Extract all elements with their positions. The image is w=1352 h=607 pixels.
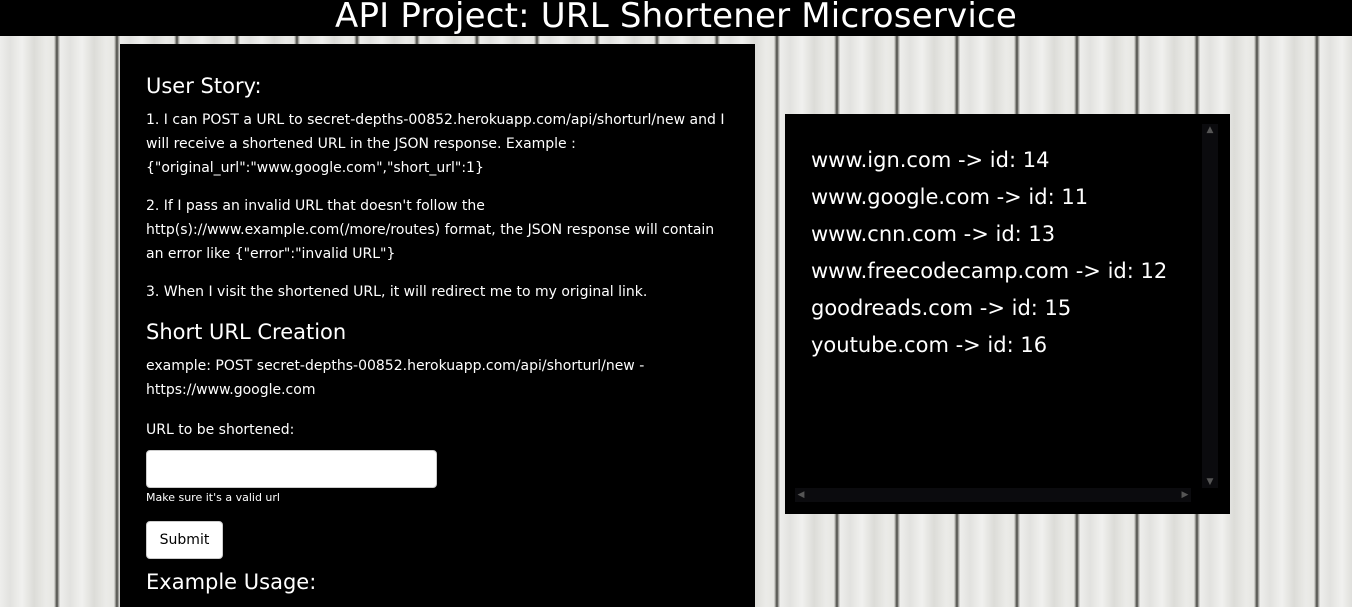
user-story-item-1: 1. I can POST a URL to secret-depths-008… <box>146 112 725 176</box>
url-list: www.ign.com -> id: 14 www.google.com -> … <box>785 114 1205 486</box>
creation-example-text: example: POST secret-depths-00852.heroku… <box>146 358 645 398</box>
short-url-creation-title: Short URL Creation <box>146 320 347 344</box>
user-story-item-2: 2. If I pass an invalid URL that doesn't… <box>146 198 715 262</box>
shorten-form: URL to be shortened: Make sure it's a va… <box>146 418 729 559</box>
horizontal-scrollbar[interactable]: ◀ ▶ <box>795 488 1191 502</box>
url-hint-text: Make sure it's a valid url <box>146 491 280 504</box>
scroll-up-icon[interactable]: ▲ <box>1202 124 1218 136</box>
url-list-item: www.cnn.com -> id: 13 <box>811 222 1056 246</box>
page-title: API Project: URL Shortener Microservice <box>335 0 1017 36</box>
url-list-item: www.google.com -> id: 11 <box>811 185 1089 209</box>
example-usage-title: Example Usage: <box>146 570 317 594</box>
info-panel: User Story: 1. I can POST a URL to secre… <box>120 44 755 607</box>
url-list-item: youtube.com -> id: 16 <box>811 333 1048 357</box>
url-input-label: URL to be shortened: <box>146 422 295 438</box>
url-list-item: www.freecodecamp.com -> id: 12 <box>811 259 1168 283</box>
page-header: API Project: URL Shortener Microservice <box>0 0 1352 36</box>
url-list-item: www.ign.com -> id: 14 <box>811 148 1050 172</box>
vertical-scrollbar[interactable]: ▲ ▼ <box>1202 124 1218 488</box>
scroll-left-icon[interactable]: ◀ <box>795 488 807 502</box>
scroll-down-icon[interactable]: ▼ <box>1202 476 1218 488</box>
url-input[interactable] <box>146 450 437 488</box>
url-list-panel[interactable]: www.ign.com -> id: 14 www.google.com -> … <box>785 114 1230 514</box>
user-story-title: User Story: <box>146 74 262 98</box>
user-story-item-3: 3. When I visit the shortened URL, it wi… <box>146 284 648 300</box>
submit-button[interactable]: Submit <box>146 521 223 559</box>
url-list-item: goodreads.com -> id: 15 <box>811 296 1072 320</box>
scroll-right-icon[interactable]: ▶ <box>1179 488 1191 502</box>
